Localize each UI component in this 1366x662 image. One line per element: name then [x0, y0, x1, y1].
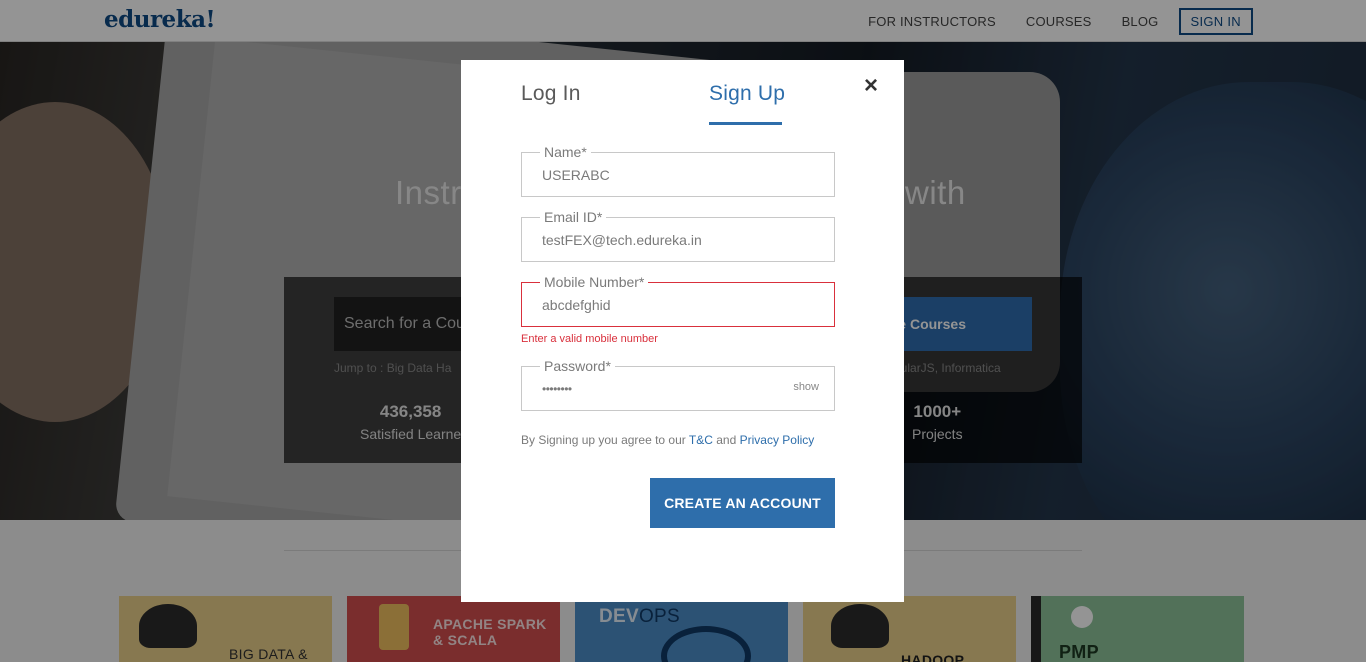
tab-sign-up[interactable]: Sign Up: [709, 82, 785, 106]
name-field-label: Name*: [540, 144, 591, 160]
privacy-policy-link[interactable]: Privacy Policy: [740, 433, 815, 447]
email-field-label: Email ID*: [540, 209, 607, 225]
tc-link[interactable]: T&C: [689, 433, 713, 447]
close-icon[interactable]: ×: [864, 74, 878, 98]
mobile-number-field[interactable]: Mobile Number* abcdefghid: [521, 274, 835, 327]
name-field-value[interactable]: USERABC: [542, 167, 610, 183]
password-field-label: Password*: [540, 358, 615, 374]
name-field[interactable]: Name* USERABC: [521, 144, 835, 197]
email-field-value[interactable]: testFEX@tech.edureka.in: [542, 232, 702, 248]
mobile-number-error: Enter a valid mobile number: [521, 333, 658, 345]
active-tab-indicator: [709, 122, 782, 125]
mobile-number-field-label: Mobile Number*: [540, 274, 649, 290]
mobile-number-field-value[interactable]: abcdefghid: [542, 297, 611, 313]
create-account-button[interactable]: CREATE AN ACCOUNT: [650, 478, 835, 528]
tab-log-in[interactable]: Log In: [521, 82, 581, 106]
signup-modal: Log In Sign Up × Name* USERABC Email ID*…: [461, 60, 904, 602]
password-field[interactable]: Password* •••••••• show: [521, 358, 835, 411]
email-field[interactable]: Email ID* testFEX@tech.edureka.in: [521, 209, 835, 262]
terms-notice: By Signing up you agree to our T&C and P…: [521, 433, 814, 447]
terms-and: and: [716, 433, 737, 447]
show-password-toggle[interactable]: show: [793, 381, 819, 393]
password-field-value[interactable]: ••••••••: [542, 382, 572, 396]
terms-prefix: By Signing up you agree to our: [521, 433, 686, 447]
